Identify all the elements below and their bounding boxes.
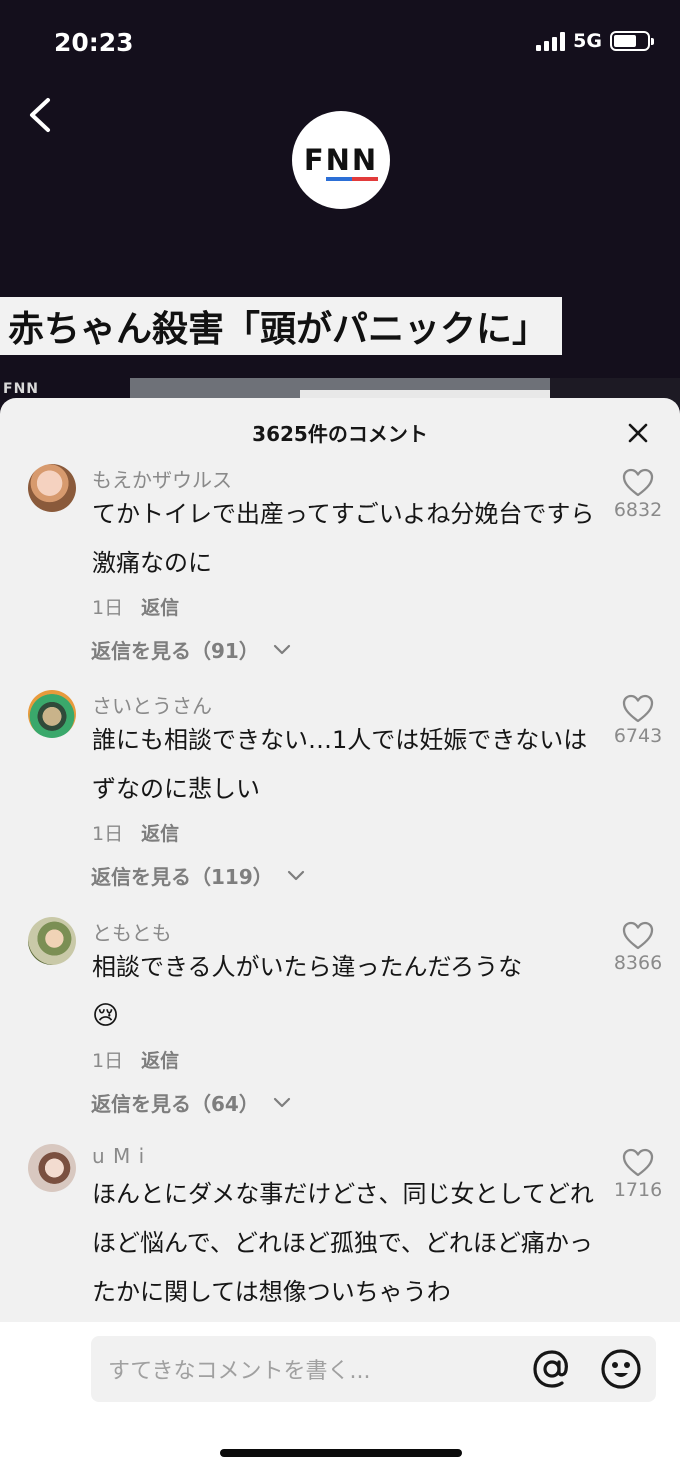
channel-logo[interactable]: FNN: [292, 111, 390, 209]
avatar[interactable]: [28, 1144, 76, 1192]
comment-time: 1日: [92, 1050, 124, 1072]
battery-icon: [610, 31, 654, 51]
comment-text: 誰にも相談できない…1人では妊娠できないはずなのに悲しい: [92, 726, 588, 803]
comment-meta: 1日 返信: [92, 819, 179, 846]
like-button[interactable]: 6832: [606, 464, 670, 521]
comments-count-title: 3625件のコメント: [252, 422, 428, 446]
chevron-down-icon: [273, 1097, 290, 1107]
heart-icon: [622, 694, 654, 723]
comment-time: 1日: [92, 597, 124, 619]
view-replies-button[interactable]: 返信を見る（119）: [91, 861, 305, 890]
like-count: 6743: [613, 725, 663, 747]
status-time: 20:23: [54, 28, 134, 57]
chevron-down-icon: [273, 644, 290, 654]
channel-logo-text: FNN: [304, 143, 379, 181]
crying-face-emoji: 😢: [92, 1001, 120, 1031]
avatar[interactable]: [28, 690, 76, 738]
avatar[interactable]: [28, 917, 76, 965]
like-count: 1716: [613, 1179, 663, 1201]
comment-time: 1日: [92, 823, 124, 845]
comment-username[interactable]: ともとも: [92, 917, 172, 946]
like-button[interactable]: 8366: [606, 917, 670, 974]
comment-meta: 1日 返信: [92, 1046, 179, 1073]
like-count: 6832: [613, 499, 663, 521]
view-replies-button[interactable]: 返信を見る（64）: [91, 1088, 291, 1117]
comment-text: ほんとにダメな事だけどさ、同じ女としてどれほど悩んで、どれほど孤独で、どれほど痛…: [92, 1180, 594, 1306]
network-type: 5G: [573, 30, 602, 52]
mention-icon[interactable]: [531, 1348, 573, 1390]
like-count: 8366: [613, 952, 663, 974]
comment-username[interactable]: もえかザウルス: [92, 464, 232, 493]
status-indicators: 5G: [536, 30, 654, 52]
video-player[interactable]: 20:23 5G FNN 赤ちゃん殺害「頭がパニックに」 FNN: [0, 0, 680, 420]
reply-button[interactable]: 返信: [141, 597, 179, 619]
comments-sheet: 3625件のコメント もえかザウルス てかトイレで出産ってすごいよね分娩台ですら…: [0, 398, 680, 1472]
comment-text-line: 相談できる人がいたら違ったんだろうな: [92, 953, 523, 981]
comment-username[interactable]: さいとうさん: [92, 690, 212, 719]
chevron-down-icon: [287, 870, 304, 880]
corner-logo: FNN: [3, 381, 39, 397]
view-replies-label: 返信を見る（64）: [91, 1092, 259, 1116]
like-button[interactable]: 6743: [606, 690, 670, 747]
avatar[interactable]: [28, 464, 76, 512]
comment-text: 相談できる人がいたら違ったんだろうな 😢: [92, 943, 602, 1041]
emoji-icon[interactable]: [600, 1348, 642, 1390]
comment-input[interactable]: すてきなコメントを書く...: [91, 1336, 656, 1402]
heart-icon: [622, 1148, 654, 1177]
comment-input-bar: すてきなコメントを書く...: [0, 1322, 680, 1472]
view-replies-button[interactable]: 返信を見る（91）: [91, 635, 291, 664]
comment-username[interactable]: u M i: [92, 1144, 145, 1168]
video-headline: 赤ちゃん殺害「頭がパニックに」: [0, 297, 563, 355]
like-button[interactable]: 1716: [606, 1144, 670, 1201]
back-arrow-icon[interactable]: [24, 92, 64, 138]
close-icon[interactable]: [626, 421, 650, 445]
heart-icon: [622, 921, 654, 950]
signal-icon: [536, 31, 566, 51]
view-replies-label: 返信を見る（119）: [91, 865, 273, 889]
comment-input-placeholder: すてきなコメントを書く...: [108, 1359, 371, 1384]
home-indicator: [220, 1449, 462, 1457]
reply-button[interactable]: 返信: [141, 823, 179, 845]
view-replies-label: 返信を見る（91）: [91, 639, 259, 663]
heart-icon: [622, 468, 654, 497]
reply-button[interactable]: 返信: [141, 1050, 179, 1072]
comment-text: てかトイレで出産ってすごいよね分娩台ですら激痛なのに: [92, 500, 595, 577]
comment-meta: 1日 返信: [92, 593, 179, 620]
